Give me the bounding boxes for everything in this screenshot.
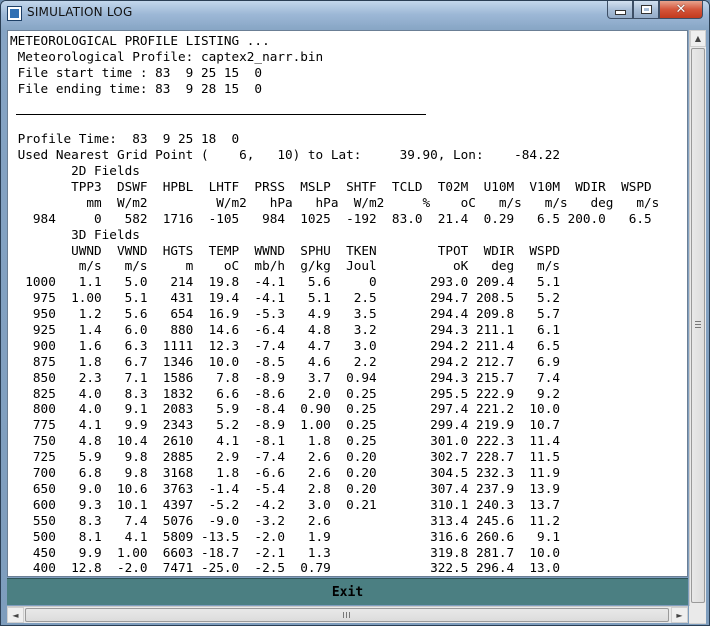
- vertical-scroll-thumb[interactable]: [691, 48, 705, 603]
- scroll-left-icon[interactable]: ◄: [7, 607, 24, 623]
- log-line: METEOROLOGICAL PROFILE LISTING ...: [10, 33, 270, 48]
- log-line: 450 9.9 1.00 6603 -18.7 -2.1 1.3 319.8 2…: [10, 544, 560, 560]
- log-line: m/s m/s m oC mb/h g/kg Joul oK deg m/s: [10, 258, 560, 274]
- log-line: Used Nearest Grid Point ( 6, 10) to Lat:…: [10, 147, 560, 163]
- log-line: 3D Fields: [10, 226, 140, 242]
- grip-line: [695, 321, 701, 322]
- log-text-area[interactable]: METEOROLOGICAL PROFILE LISTING ... Meteo…: [7, 30, 688, 577]
- log-line: TPP3 DSWF HPBL LHTF PRSS MSLP SHTF TCLD …: [10, 179, 652, 195]
- maximize-icon: [640, 5, 652, 14]
- log-line: 925 1.4 6.0 880 14.6 -6.4 4.8 3.2 294.3 …: [10, 322, 560, 338]
- title-bar[interactable]: SIMULATION LOG ✕: [1, 1, 709, 25]
- log-line: 875 1.8 6.7 1346 10.0 -8.5 4.6 2.2 294.2…: [10, 353, 560, 369]
- grip-line: [343, 612, 344, 618]
- log-line: 550 8.3 7.4 5076 -9.0 -3.2 2.6 313.4 245…: [10, 512, 560, 528]
- log-line: 850 2.3 7.1 1586 7.8 -8.9 3.7 0.94 294.3…: [10, 369, 560, 385]
- scroll-up-icon[interactable]: ▲: [690, 30, 706, 47]
- log-content: METEOROLOGICAL PROFILE LISTING ... Meteo…: [8, 31, 687, 576]
- log-line: mm W/m2 W/m2 hPa hPa W/m2 % oC m/s m/s d…: [10, 194, 660, 210]
- log-line: 950 1.2 5.6 654 16.9 -5.3 4.9 3.5 294.4 …: [10, 306, 560, 322]
- close-icon: ✕: [675, 2, 687, 17]
- log-line: Profile Time: 83 9 25 18 0: [10, 131, 240, 147]
- log-line: File ending time: 83 9 28 15 0: [10, 80, 263, 96]
- minimize-icon: [614, 10, 626, 15]
- log-line: 984 0 582 1716 -105 984 1025 -192 83.0 2…: [10, 210, 652, 226]
- grip-line: [346, 612, 347, 618]
- window-title: SIMULATION LOG: [27, 5, 133, 19]
- app-icon: [7, 6, 22, 21]
- horizontal-scrollbar[interactable]: ◄ ►: [7, 606, 688, 623]
- grip-line: [349, 612, 350, 618]
- log-line: Meteorological Profile: captex2_narr.bin: [10, 48, 324, 64]
- log-line: 825 4.0 8.3 1832 6.6 -8.6 2.0 0.25 295.5…: [10, 385, 560, 401]
- scroll-right-icon[interactable]: ►: [671, 607, 688, 623]
- log-line: 500 8.1 4.1 5809 -13.5 -2.0 1.9 316.6 26…: [10, 528, 560, 544]
- horizontal-scroll-thumb[interactable]: [25, 608, 669, 622]
- log-line: File start time : 83 9 25 15 0: [10, 64, 263, 80]
- log-line: 800 4.0 9.1 2083 5.9 -8.4 0.90 0.25 297.…: [10, 401, 560, 417]
- maximize-button[interactable]: [633, 1, 659, 19]
- log-line: 975 1.00 5.1 431 19.4 -4.1 5.1 2.5 294.7…: [10, 290, 560, 306]
- exit-button[interactable]: Exit: [7, 578, 688, 605]
- log-line: 900 1.6 6.3 1111 12.3 -7.4 4.7 3.0 294.2…: [10, 337, 560, 353]
- log-line: 1000 1.1 5.0 214 19.8 -4.1 5.6 0 293.0 2…: [10, 274, 560, 290]
- log-line: 600 9.3 10.1 4397 -5.2 -4.2 3.0 0.21 310…: [10, 496, 560, 512]
- log-line: 725 5.9 9.8 2885 2.9 -7.4 2.6 0.20 302.7…: [10, 449, 560, 465]
- minimize-button[interactable]: [607, 1, 633, 19]
- log-line: 750 4.8 10.4 2610 4.1 -8.1 1.8 0.25 301.…: [10, 433, 560, 449]
- log-line: 2D Fields: [10, 163, 140, 179]
- log-line: 775 4.1 9.9 2343 5.2 -8.9 1.00 0.25 299.…: [10, 417, 560, 433]
- grip-line: [695, 324, 701, 325]
- vertical-scrollbar[interactable]: ▲ ▼: [689, 30, 706, 624]
- log-line: 400 12.8 -2.0 7471 -25.0 -2.5 0.79 322.5…: [10, 560, 560, 576]
- size-grip[interactable]: [689, 606, 706, 623]
- close-button[interactable]: ✕: [659, 1, 703, 19]
- simulation-log-window: SIMULATION LOG ✕ METEOROLOGICAL PROFILE …: [0, 0, 710, 626]
- log-line: UWND VWND HGTS TEMP WWND SPHU TKEN TPOT …: [10, 242, 560, 258]
- grip-line: [695, 327, 701, 328]
- log-line: 700 6.8 9.8 3168 1.8 -6.6 2.6 0.20 304.5…: [10, 465, 560, 481]
- log-line: 650 9.0 10.6 3763 -1.4 -5.4 2.8 0.20 307…: [10, 480, 560, 496]
